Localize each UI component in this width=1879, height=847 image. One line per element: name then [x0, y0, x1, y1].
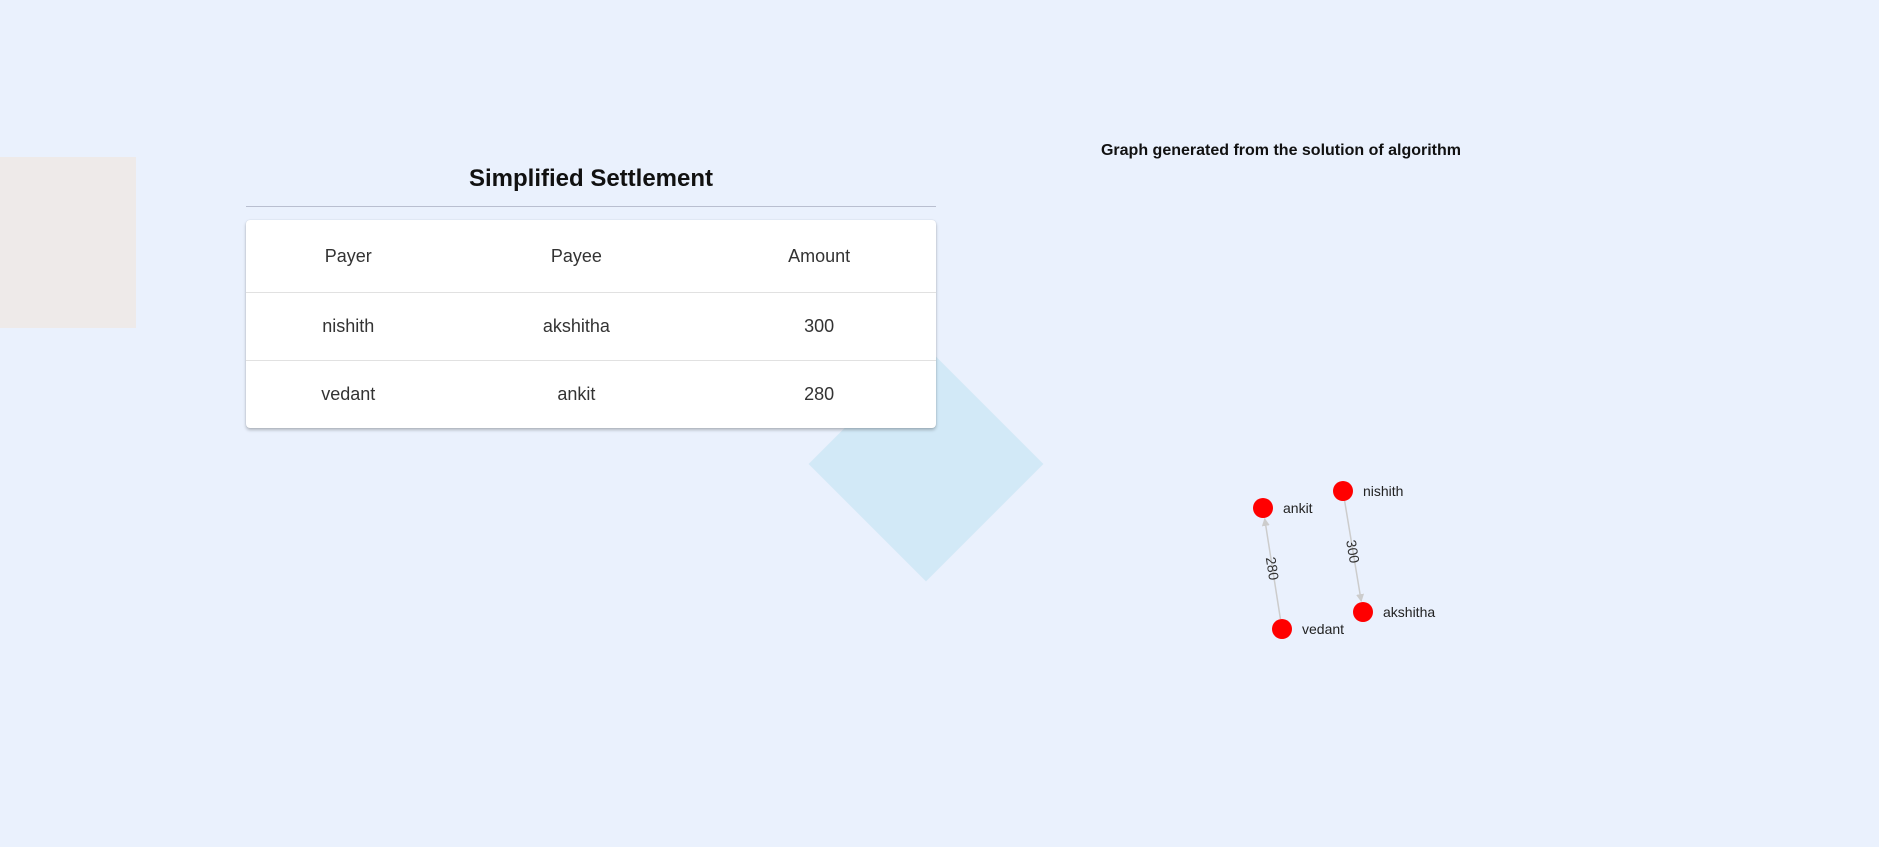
graph-node-circle[interactable] [1353, 602, 1373, 622]
graph-node-circle[interactable] [1272, 619, 1292, 639]
graph-edge-label: 300 [1343, 539, 1363, 565]
graph-node-circle[interactable] [1253, 498, 1273, 518]
graph-node-nishith[interactable]: nishith [1333, 481, 1403, 501]
graph-node-label: ankit [1283, 500, 1313, 516]
graph-node-akshitha[interactable]: akshitha [1353, 602, 1435, 622]
graph-node-label: nishith [1363, 483, 1403, 499]
graph-node-ankit[interactable]: ankit [1253, 498, 1313, 518]
graph-edge-label: 280 [1263, 556, 1282, 582]
graph-node-vedant[interactable]: vedant [1272, 619, 1344, 639]
settlement-graph[interactable]: 300 280 ankit nishith vedant akshitha [0, 0, 1879, 847]
graph-node-label: akshitha [1383, 604, 1435, 620]
page: Simplified Settlement Payer Payee Amount… [0, 0, 1879, 847]
graph-node-label: vedant [1302, 621, 1344, 637]
graph-node-circle[interactable] [1333, 481, 1353, 501]
